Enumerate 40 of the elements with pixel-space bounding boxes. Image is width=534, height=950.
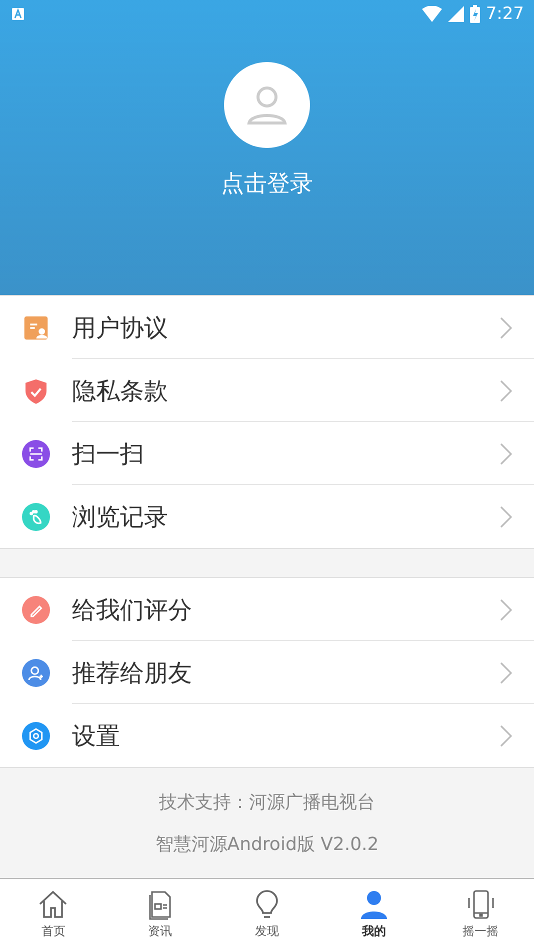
- wifi-icon: [422, 6, 442, 22]
- home-icon: [37, 889, 70, 921]
- menu-label: 推荐给朋友: [72, 658, 193, 688]
- chevron-icon: [500, 316, 512, 338]
- menu-label: 扫一扫: [72, 438, 145, 470]
- status-time: 7:27: [486, 4, 524, 24]
- menu-label: 用户协议: [72, 312, 169, 344]
- chevron-icon: [500, 662, 512, 684]
- version-text: 智慧河源Android版 V2.0.2: [155, 833, 379, 856]
- signal-icon: [448, 6, 464, 22]
- nav-tab[interactable]: 发现: [214, 879, 320, 950]
- menu-item[interactable]: 浏览记录: [0, 485, 534, 548]
- menu-label: 给我们评分: [72, 594, 193, 626]
- chevron-icon: [500, 724, 512, 746]
- nav-tab[interactable]: 资讯: [106, 879, 214, 950]
- nav-tab[interactable]: 首页: [0, 879, 107, 950]
- menu-item[interactable]: 推荐给朋友: [0, 641, 534, 704]
- agreement-icon: [22, 314, 50, 342]
- menu-label: 设置: [72, 720, 121, 752]
- chevron-icon: [500, 442, 512, 464]
- support-text: 技术支持：河源广播电视台: [159, 791, 375, 814]
- menu-item[interactable]: 隐私条款: [0, 359, 534, 422]
- gear-icon: [22, 722, 50, 750]
- nav-tab[interactable]: 摇一摇: [427, 879, 534, 950]
- chevron-icon: [500, 506, 512, 528]
- keyboard-icon: [12, 8, 24, 20]
- menu-item[interactable]: 给我们评分: [0, 578, 534, 641]
- footprint-icon: [22, 502, 50, 530]
- menu-label: 浏览记录: [72, 502, 169, 532]
- menu-label: 隐私条款: [72, 376, 169, 406]
- nav-tab[interactable]: 我的: [320, 879, 428, 950]
- menu-item[interactable]: 用户协议: [0, 296, 534, 359]
- person-icon: [22, 658, 50, 686]
- menu-item[interactable]: 设置: [0, 704, 534, 767]
- chevron-icon: [500, 380, 512, 402]
- scan-icon: [22, 440, 50, 468]
- battery-icon: [470, 5, 480, 23]
- pencil-icon: [22, 596, 50, 624]
- menu-item[interactable]: 扫一扫: [0, 422, 534, 485]
- chevron-icon: [500, 598, 512, 620]
